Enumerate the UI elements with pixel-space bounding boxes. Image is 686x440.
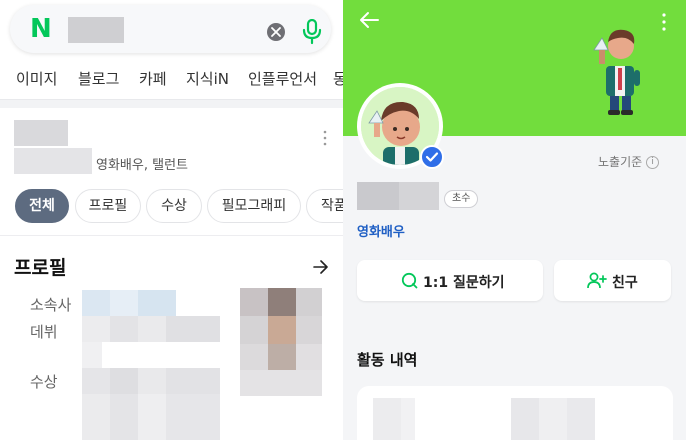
search-tabs: 이미지 블로그 카페 지식iN 인플루언서 동 [0, 58, 343, 100]
add-friend-button[interactable]: 친구 [554, 260, 671, 301]
influencer-name-redacted [399, 182, 439, 210]
redacted-value [166, 394, 220, 440]
redacted-content [511, 398, 539, 440]
tab-video[interactable]: 동 [333, 68, 343, 89]
more-icon[interactable] [322, 130, 328, 150]
divider [0, 235, 343, 236]
redacted-photo [268, 316, 296, 344]
redacted-content [373, 398, 401, 440]
level-badge: 초수 [444, 190, 479, 208]
section-divider [0, 100, 343, 108]
search-bar[interactable]: N [10, 5, 331, 53]
label-awards: 수상 [30, 373, 58, 391]
chip-all[interactable]: 전체 [15, 189, 69, 223]
info-icon[interactable]: i [646, 156, 660, 169]
more-icon[interactable] [661, 13, 667, 35]
redacted-value [138, 290, 176, 316]
tab-kin[interactable]: 지식iN [186, 68, 229, 89]
clear-icon[interactable] [267, 23, 285, 41]
question-button[interactable]: 1:1 질문하기 [357, 260, 543, 301]
redacted-content [539, 398, 567, 440]
redacted-photo [296, 316, 322, 344]
naver-logo-icon[interactable]: N [30, 16, 52, 42]
redacted-photo [268, 288, 296, 316]
tab-influencer[interactable]: 인플루언서 [248, 68, 317, 89]
redacted-value [82, 394, 110, 440]
redacted-photo [240, 344, 268, 370]
redacted-value [110, 394, 138, 440]
chip-awards[interactable]: 수상 [146, 189, 202, 223]
arrow-right-icon[interactable] [313, 259, 329, 278]
label-agency: 소속사 [30, 296, 72, 314]
add-friend-button-label: 친구 [612, 275, 638, 291]
activity-title: 활동 내역 [357, 351, 418, 369]
character-illustration [593, 29, 640, 115]
redacted-value [166, 316, 220, 342]
naver-search-panel: N 이미지 블로그 카페 지식iN 인플루언서 동 영화배우, 탤런트 전체 프… [0, 0, 343, 440]
redacted-value [110, 368, 138, 394]
verified-icon [420, 145, 444, 169]
tab-cafe[interactable]: 카페 [139, 68, 167, 89]
person-occupation: 영화배우, 탤런트 [96, 158, 188, 173]
tab-blog[interactable]: 블로그 [78, 68, 119, 89]
chip-works[interactable]: 작품 [306, 189, 343, 223]
redacted-value [138, 316, 166, 342]
redacted-value [138, 394, 166, 440]
back-arrow-icon[interactable] [359, 11, 379, 33]
redacted-value [82, 342, 102, 368]
redacted-photo [240, 316, 268, 344]
person-name-redacted [14, 120, 68, 146]
influencer-role[interactable]: 영화배우 [357, 221, 405, 240]
add-friend-icon [587, 272, 607, 289]
redacted-content [567, 398, 595, 440]
redacted-value [82, 290, 110, 316]
profile-title: 프로필 [14, 257, 67, 279]
redacted-photo [240, 288, 268, 316]
question-icon [401, 272, 418, 289]
tab-images[interactable]: 이미지 [16, 68, 57, 89]
redacted-value [82, 368, 110, 394]
redacted-photo [268, 344, 296, 370]
exposure-criteria[interactable]: 노출기준 i [598, 153, 660, 170]
influencer-name-redacted [357, 182, 399, 210]
exposure-label: 노출기준 [598, 155, 643, 169]
person-sub-redacted [14, 148, 92, 174]
redacted-value [110, 290, 138, 316]
question-button-label: 1:1 질문하기 [423, 275, 505, 291]
redacted-photo [296, 344, 322, 370]
redacted-value [110, 316, 138, 342]
redacted-photo [296, 288, 322, 316]
redacted-value [82, 316, 110, 342]
chip-filmography[interactable]: 필모그래피 [207, 189, 301, 223]
redacted-content [401, 398, 415, 440]
redacted-value [166, 368, 220, 394]
chip-profile[interactable]: 프로필 [75, 189, 141, 223]
redacted-value [138, 368, 166, 394]
search-query-redacted[interactable] [68, 17, 124, 43]
redacted-photo [240, 370, 322, 396]
mic-icon[interactable] [302, 18, 322, 45]
influencer-profile-panel: 노출기준 i 초수 영화배우 1:1 질문하기 친구 활동 내역 [343, 0, 686, 440]
label-debut: 데뷔 [30, 323, 58, 341]
activity-card[interactable] [357, 386, 673, 440]
